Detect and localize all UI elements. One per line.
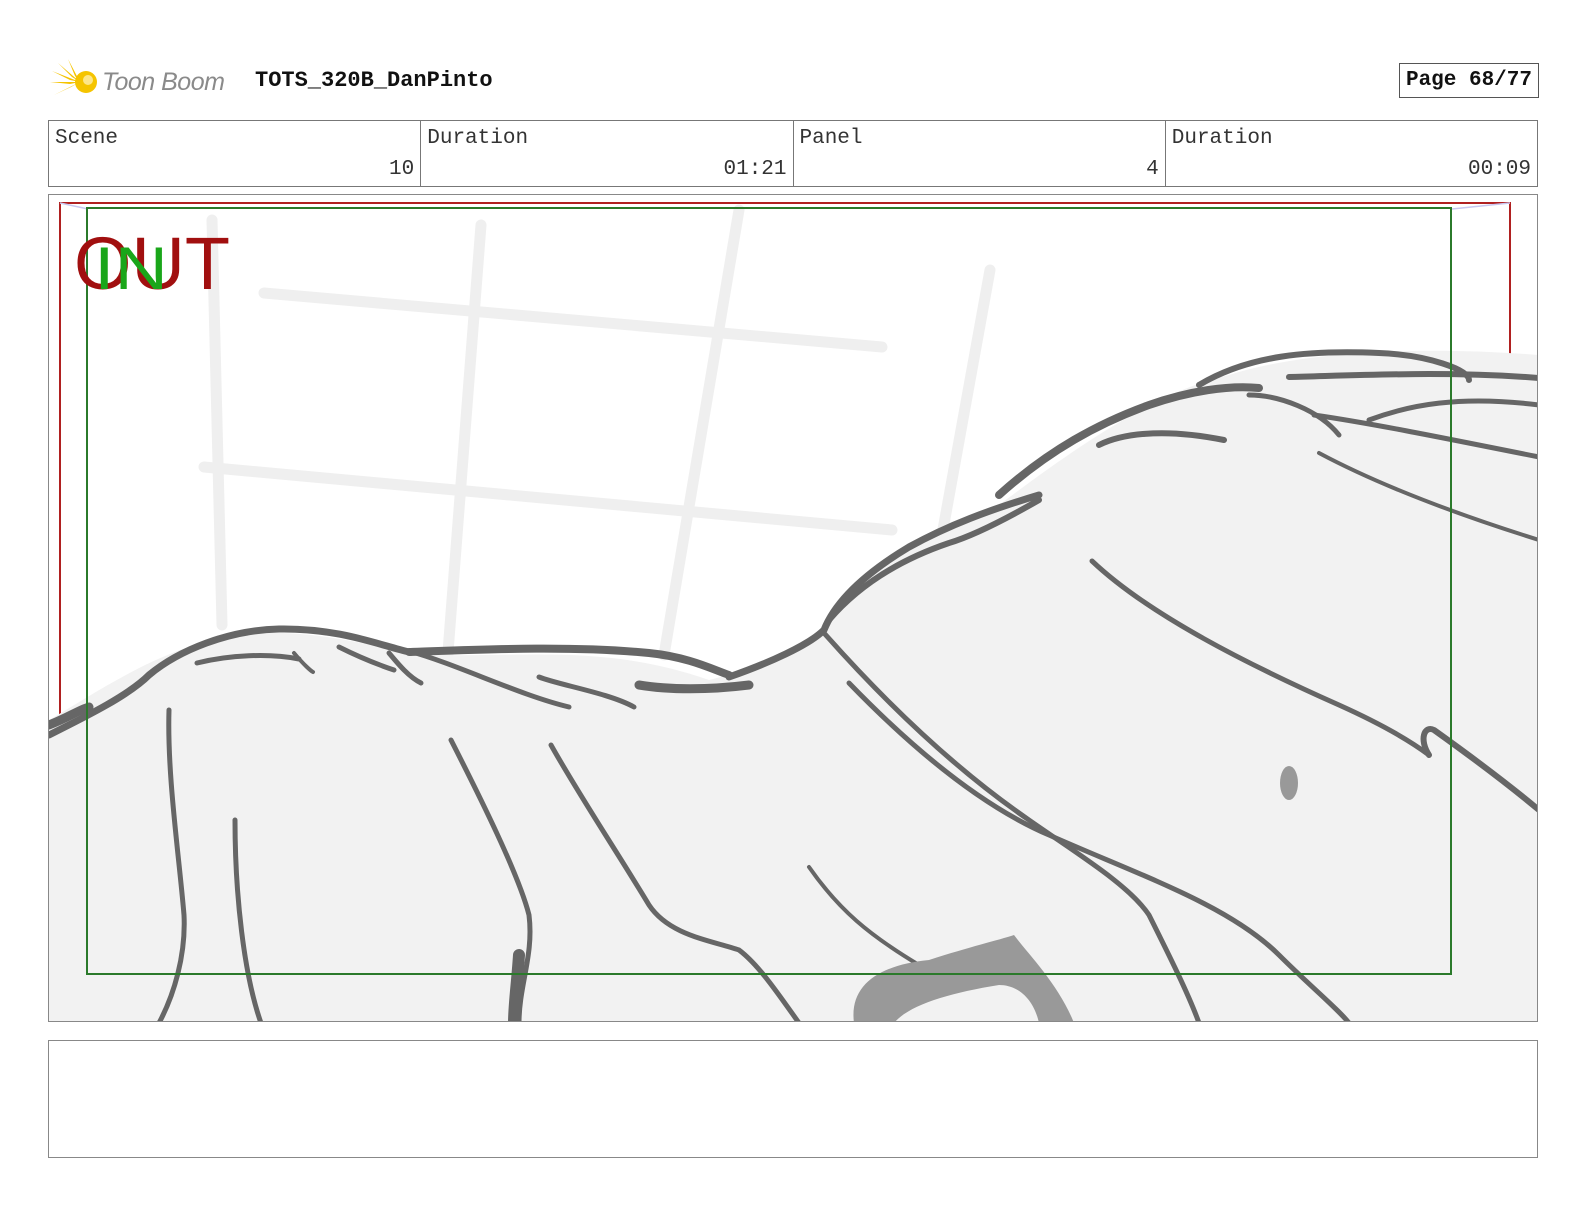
panel-duration-label: Duration xyxy=(1171,127,1273,150)
panel-value: 4 xyxy=(1146,158,1159,181)
page-indicator: Page 68/77 xyxy=(1398,63,1539,98)
scene-label: Scene xyxy=(55,127,119,150)
sketch-dot xyxy=(1280,766,1298,800)
scene-duration-value: 01:21 xyxy=(723,158,787,181)
project-title: TOTS_320B_DanPinto xyxy=(255,68,493,93)
panel-drawing: OUT IN xyxy=(49,202,1537,1021)
panel-cell: Panel 4 xyxy=(794,121,1166,186)
scene-info-bar: Scene 10 Duration 01:21 Panel 4 Duration… xyxy=(48,120,1538,187)
toon-boom-logo: Toon Boom xyxy=(50,57,225,107)
starburst-icon xyxy=(50,59,97,103)
storyboard-panel: OUT IN xyxy=(48,194,1538,1022)
page-header: Toon Boom TOTS_320B_DanPinto Page 68/77 xyxy=(50,55,1540,111)
scene-cell: Scene 10 xyxy=(49,121,422,186)
panel-duration-cell: Duration 00:09 xyxy=(1166,121,1537,186)
scene-value: 10 xyxy=(389,158,415,181)
scene-duration-label: Duration xyxy=(427,127,529,150)
panel-label: Panel xyxy=(799,127,863,150)
panel-duration-value: 00:09 xyxy=(1467,158,1531,181)
notes-box xyxy=(48,1040,1538,1158)
in-marker: IN xyxy=(94,235,168,302)
character-fill xyxy=(49,350,1537,1021)
scene-duration-cell: Duration 01:21 xyxy=(421,121,794,186)
logo-text: Toon Boom xyxy=(102,67,225,96)
